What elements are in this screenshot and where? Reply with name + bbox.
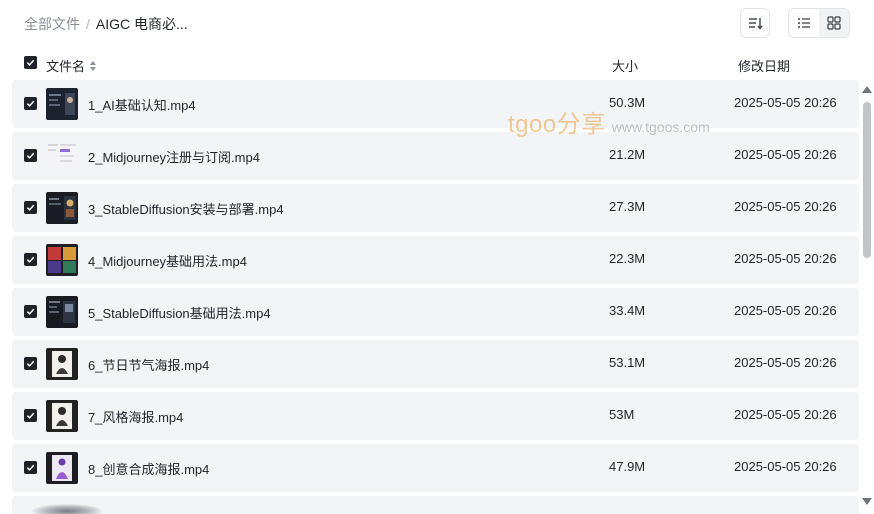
file-date: 2025-05-05 20:26 xyxy=(734,251,837,266)
file-size: 21.2M xyxy=(609,147,646,162)
file-date: 2025-05-05 20:26 xyxy=(734,147,837,162)
video-thumbnail xyxy=(46,244,78,276)
column-header-name-label: 文件名 xyxy=(46,59,86,74)
video-thumbnail xyxy=(46,452,78,484)
video-thumbnail xyxy=(46,140,78,172)
sort-icon xyxy=(749,18,763,30)
video-thumbnail xyxy=(46,348,78,380)
file-date: 2025-05-05 20:26 xyxy=(734,459,837,474)
video-thumbnail xyxy=(46,296,78,328)
file-name[interactable]: 3_StableDiffusion安装与部署.mp4 xyxy=(88,199,284,218)
select-all-checkbox[interactable] xyxy=(24,56,37,69)
file-date: 2025-05-05 20:26 xyxy=(734,355,837,370)
checkmark-icon xyxy=(26,100,35,107)
scrollbar-thumb[interactable] xyxy=(863,102,871,258)
checkmark-icon xyxy=(26,360,35,367)
video-thumbnail xyxy=(46,192,78,224)
scroll-up-arrow-icon[interactable] xyxy=(862,86,872,93)
video-thumbnail xyxy=(32,504,102,514)
breadcrumb-root[interactable]: 全部文件 xyxy=(24,14,80,34)
row-checkbox[interactable] xyxy=(24,201,37,214)
file-row[interactable]: 8_创意合成海报.mp4 47.9M 2025-05-05 20:26 xyxy=(12,444,859,492)
file-size: 53M xyxy=(609,407,635,422)
row-checkbox[interactable] xyxy=(24,409,37,422)
checkmark-icon xyxy=(26,59,35,66)
breadcrumb: 全部文件 / AIGC 电商必... xyxy=(24,14,188,34)
file-list: 1_AI基础认知.mp4 50.3M 2025-05-05 20:26 2_Mi… xyxy=(12,80,859,514)
list-view-icon xyxy=(798,18,810,28)
column-header-name[interactable]: 文件名 xyxy=(46,56,97,75)
checkmark-icon xyxy=(26,256,35,263)
file-name[interactable]: 8_创意合成海报.mp4 xyxy=(88,459,209,478)
grid-view-icon xyxy=(827,16,841,30)
grid-view-button[interactable] xyxy=(819,9,849,37)
row-checkbox[interactable] xyxy=(24,305,37,318)
vertical-scrollbar[interactable] xyxy=(861,84,873,514)
file-row[interactable]: 5_StableDiffusion基础用法.mp4 33.4M 2025-05-… xyxy=(12,288,859,336)
file-name[interactable]: 7_风格海报.mp4 xyxy=(88,407,183,426)
file-row[interactable]: 1_AI基础认知.mp4 50.3M 2025-05-05 20:26 xyxy=(12,80,859,128)
file-date: 2025-05-05 20:26 xyxy=(734,407,837,422)
row-checkbox[interactable] xyxy=(24,357,37,370)
file-date: 2025-05-05 20:26 xyxy=(734,95,837,110)
file-size: 47.9M xyxy=(609,459,646,474)
file-name[interactable]: 2_Midjourney注册与订阅.mp4 xyxy=(88,147,260,166)
file-name[interactable]: 5_StableDiffusion基础用法.mp4 xyxy=(88,303,271,322)
file-row[interactable]: 2_Midjourney注册与订阅.mp4 21.2M 2025-05-05 2… xyxy=(12,132,859,180)
sort-button[interactable] xyxy=(740,8,770,38)
file-name[interactable]: 1_AI基础认知.mp4 xyxy=(88,95,196,114)
file-size: 50.3M xyxy=(609,95,646,110)
file-size: 22.3M xyxy=(609,251,646,266)
column-header-size[interactable]: 大小 xyxy=(612,56,638,75)
file-date: 2025-05-05 20:26 xyxy=(734,199,837,214)
checkmark-icon xyxy=(26,412,35,419)
video-thumbnail xyxy=(46,88,78,120)
file-date: 2025-05-05 20:26 xyxy=(734,303,837,318)
file-size: 33.4M xyxy=(609,303,646,318)
file-row-partial[interactable] xyxy=(12,496,859,514)
file-size: 53.1M xyxy=(609,355,646,370)
column-header-date[interactable]: 修改日期 xyxy=(738,56,790,75)
view-toggle xyxy=(788,8,850,38)
list-view-button[interactable] xyxy=(789,9,819,37)
file-name[interactable]: 6_节日节气海报.mp4 xyxy=(88,355,209,374)
checkmark-icon xyxy=(26,152,35,159)
checkmark-icon xyxy=(26,204,35,211)
row-checkbox[interactable] xyxy=(24,149,37,162)
checkmark-icon xyxy=(26,464,35,471)
file-row[interactable]: 3_StableDiffusion安装与部署.mp4 27.3M 2025-05… xyxy=(12,184,859,232)
video-thumbnail xyxy=(46,400,78,432)
file-row[interactable]: 7_风格海报.mp4 53M 2025-05-05 20:26 xyxy=(12,392,859,440)
breadcrumb-current: AIGC 电商必... xyxy=(95,16,188,32)
row-checkbox[interactable] xyxy=(24,97,37,110)
sort-toggle-icon[interactable] xyxy=(89,60,97,72)
checkmark-icon xyxy=(26,308,35,315)
row-checkbox[interactable] xyxy=(24,253,37,266)
scroll-down-arrow-icon[interactable] xyxy=(862,498,872,505)
breadcrumb-separator: / xyxy=(86,16,90,32)
file-size: 27.3M xyxy=(609,199,646,214)
file-row[interactable]: 6_节日节气海报.mp4 53.1M 2025-05-05 20:26 xyxy=(12,340,859,388)
file-row[interactable]: 4_Midjourney基础用法.mp4 22.3M 2025-05-05 20… xyxy=(12,236,859,284)
row-checkbox[interactable] xyxy=(24,461,37,474)
table-header: 文件名 大小 修改日期 xyxy=(0,52,874,76)
file-name[interactable]: 4_Midjourney基础用法.mp4 xyxy=(88,251,247,270)
